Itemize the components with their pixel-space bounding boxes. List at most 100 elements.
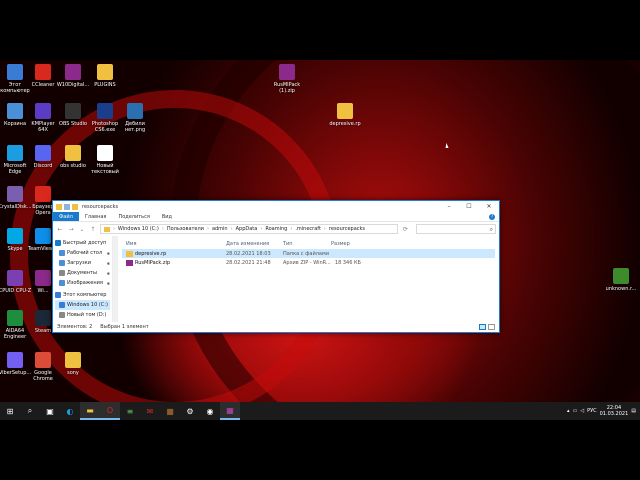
breadcrumb-item[interactable]: Windows 10 (C:)	[118, 226, 159, 232]
windows-start-icon[interactable]: ⊞	[0, 402, 20, 420]
mail-icon[interactable]: ✉	[140, 402, 160, 420]
desktop-icon[interactable]: obs studio	[56, 145, 90, 169]
pin-icon[interactable]: ✱	[107, 271, 110, 276]
desktop-icon[interactable]: Новый текстовый ...	[88, 145, 122, 175]
details-view-icon[interactable]	[479, 323, 486, 330]
nav-item[interactable]: Windows 10 (C:)	[55, 300, 110, 310]
column-size[interactable]: Размер	[331, 241, 361, 247]
edge-icon[interactable]: ◐	[60, 402, 80, 420]
desktop-icon[interactable]: KMPlayer 64X	[26, 103, 60, 133]
settings-icon[interactable]: ⚙	[180, 402, 200, 420]
file-row[interactable]: depresive.rp 28.02.2021 18:03 Папка с файл…	[122, 249, 495, 258]
nav-item[interactable]: Этот компьютер	[55, 290, 110, 300]
pin-icon[interactable]: ✱	[107, 251, 110, 256]
nav-item[interactable]: Загрузки ✱	[55, 258, 110, 268]
desktop-icon[interactable]: PLUGINS	[88, 64, 122, 88]
breadcrumb-item[interactable]: Пользователи	[167, 226, 204, 232]
notepad-icon[interactable]: ≡	[120, 402, 140, 420]
maximize-button[interactable]: ☐	[459, 201, 479, 212]
desktop-icon[interactable]: Google Chrome	[26, 352, 60, 382]
desktop-icon[interactable]: sony	[56, 352, 90, 376]
pin-icon[interactable]: ✱	[107, 281, 110, 286]
desktop-icon[interactable]: CCleaner	[26, 64, 60, 88]
back-arrow-icon[interactable]: ←	[56, 226, 64, 233]
desktop-icon[interactable]: Дебили нет.png	[118, 103, 152, 133]
tray-apps-icon[interactable]: ▴	[567, 408, 570, 414]
breadcrumb-separator-icon[interactable]: ›	[290, 226, 292, 232]
up-arrow-icon[interactable]: ↑	[89, 226, 97, 233]
tab-view[interactable]: Вид	[156, 212, 178, 221]
volume-icon[interactable]: ◁	[580, 408, 584, 414]
breadcrumb-separator-icon[interactable]: ›	[231, 226, 233, 232]
winrar-icon	[35, 270, 51, 286]
minimize-button[interactable]: –	[439, 201, 459, 212]
network-icon[interactable]: ▭	[572, 408, 577, 414]
column-type[interactable]: Тип	[283, 241, 331, 247]
language-indicator[interactable]: РУС	[587, 408, 597, 414]
desktop-icon[interactable]: depresive.rp	[328, 103, 362, 127]
file-explorer-window[interactable]: resourcepacks – ☐ ✕ Файл Главная Поделит…	[52, 200, 500, 333]
tab-file[interactable]: Файл	[53, 212, 79, 221]
desktop-icon[interactable]: W10Digital...	[56, 64, 90, 88]
nav-item[interactable]: Быстрый доступ	[55, 238, 110, 248]
winrar-icon[interactable]: ▦	[220, 402, 240, 420]
tab-home[interactable]: Главная	[79, 212, 113, 221]
breadcrumb-item[interactable]: .minecraft	[295, 226, 321, 232]
breadcrumb-item[interactable]: AppData	[236, 226, 258, 232]
new-folder-icon[interactable]	[72, 203, 78, 210]
breadcrumb-separator-icon[interactable]: ›	[260, 226, 262, 232]
opera-icon[interactable]: O	[100, 402, 120, 420]
desktop-icon[interactable]: OBS Studio	[56, 103, 90, 127]
desktop-icon[interactable]: unknown.r...	[604, 268, 638, 292]
navigation-pane[interactable]: Быстрый доступ Рабочий стол ✱ Загрузки ✱ Доку…	[53, 236, 113, 322]
notifications-icon[interactable]: ▤	[631, 408, 636, 414]
clock[interactable]: 22:04 01.03.2021	[600, 405, 629, 417]
nav-item-label: Изображения	[67, 280, 103, 286]
properties-icon[interactable]	[64, 203, 70, 210]
desktop-icon-label: Discord	[33, 163, 53, 169]
breadcrumb-item[interactable]: resourcepacks	[329, 226, 365, 232]
search-input[interactable]: ⌕	[416, 224, 497, 234]
desktop-icon[interactable]: Photoshop CS6.exe	[88, 103, 122, 133]
nav-item[interactable]: Рабочий стол ✱	[55, 248, 110, 258]
breadcrumb-separator-icon[interactable]: ›	[324, 226, 326, 232]
breadcrumb-item[interactable]: admin	[212, 226, 228, 232]
close-button[interactable]: ✕	[479, 201, 499, 212]
letterbox-bottom	[0, 420, 640, 480]
column-name[interactable]: Имя	[122, 241, 226, 247]
nav-item-icon	[55, 292, 61, 298]
file-list[interactable]: Имя Дата изменения Тип Размер depresive.…	[118, 236, 499, 322]
nav-item-icon	[55, 240, 61, 246]
forward-arrow-icon[interactable]: →	[67, 226, 75, 233]
file-name-cell: RusMIPack.zip	[122, 259, 226, 266]
address-bar[interactable]: › Windows 10 (C:) › Пользователи › admin › AppD…	[99, 224, 399, 234]
minecraft-icon[interactable]: ■	[160, 402, 180, 420]
nav-item[interactable]: Изображения ✱	[55, 278, 110, 288]
file-row[interactable]: RusMIPack.zip 28.02.2021 21:48 Архив ZIP -…	[122, 258, 495, 267]
desktop-icon[interactable]: Discord	[26, 145, 60, 169]
viber-icon	[7, 352, 23, 368]
desktop-icon[interactable]: RusMIPack (1).zip	[270, 64, 304, 94]
desktop-icon-label: Photoshop CS6.exe	[91, 121, 119, 133]
column-headers: Имя Дата изменения Тип Размер	[122, 238, 495, 249]
search-icon[interactable]: ⌕	[20, 402, 40, 420]
tab-share[interactable]: Поделиться	[112, 212, 155, 221]
breadcrumb-item[interactable]: Roaming	[265, 226, 287, 232]
breadcrumb-separator-icon[interactable]: ›	[113, 226, 115, 232]
task-view-icon[interactable]: ▣	[40, 402, 60, 420]
folder-icon	[103, 226, 110, 232]
breadcrumb-separator-icon[interactable]: ›	[162, 226, 164, 232]
large-icons-view-icon[interactable]	[488, 323, 495, 330]
obs-icon[interactable]: ◉	[200, 402, 220, 420]
column-date[interactable]: Дата изменения	[226, 241, 283, 247]
recent-locations-chevron-icon[interactable]: ⌄	[78, 226, 86, 233]
help-icon[interactable]: ?	[489, 213, 495, 220]
refresh-icon[interactable]: ⟳	[401, 226, 409, 233]
pin-icon[interactable]: ✱	[107, 261, 110, 266]
nav-item[interactable]: Новый том (D:)	[55, 310, 110, 320]
breadcrumb-separator-icon[interactable]: ›	[207, 226, 209, 232]
nav-item[interactable]: Документы ✱	[55, 268, 110, 278]
title-bar[interactable]: resourcepacks – ☐ ✕	[53, 201, 499, 212]
file-type: Архив ZIP - WinR...	[283, 259, 331, 266]
explorer-icon[interactable]: ▬	[80, 402, 100, 420]
